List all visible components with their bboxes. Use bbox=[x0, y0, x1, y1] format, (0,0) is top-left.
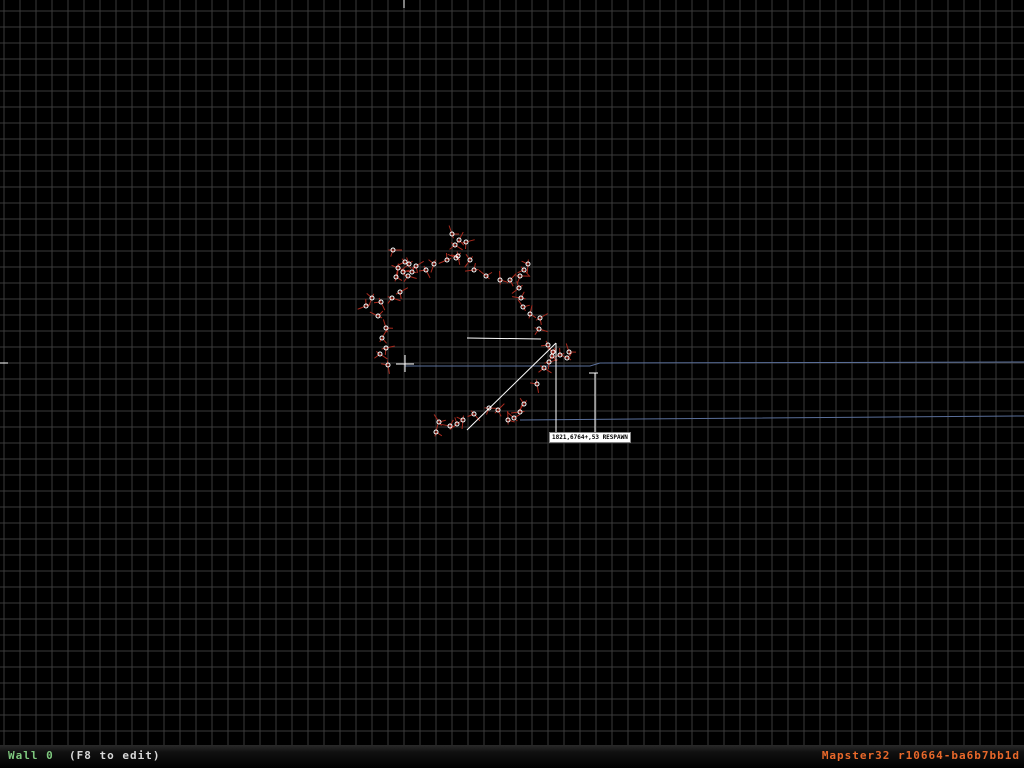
sprite-marker bbox=[540, 344, 549, 347]
sprite-marker bbox=[399, 291, 402, 299]
sprite-marker bbox=[384, 347, 387, 356]
edit-hint: (F8 to edit) bbox=[69, 749, 161, 762]
map-canvas[interactable] bbox=[0, 0, 1024, 745]
wall-top-horizontal bbox=[466, 337, 542, 340]
grid-lines bbox=[0, 0, 1024, 745]
crosshair-cursor-icon bbox=[396, 355, 414, 372]
sprite-marker bbox=[445, 252, 448, 261]
status-bar: Wall 0 (F8 to edit) Mapster32 r10664-ba6… bbox=[0, 745, 1024, 768]
axis-origin-marks bbox=[0, 0, 405, 364]
wall-diagonal bbox=[466, 342, 557, 431]
sprite-marker bbox=[381, 363, 389, 366]
version-label: Mapster32 r10664-ba6b7bb1d bbox=[821, 749, 1020, 762]
map-viewport[interactable]: 1821,6764+,53 RESPAWN bbox=[0, 0, 1024, 745]
wall-indicator: Wall 0 bbox=[8, 749, 54, 762]
sprite-marker bbox=[373, 301, 382, 304]
sprite-label-tag: 1821,6764+,53 RESPAWN bbox=[549, 432, 631, 443]
sprite-marker bbox=[530, 382, 538, 385]
status-left: Wall 0 (F8 to edit) bbox=[8, 749, 160, 762]
sprite-marker bbox=[547, 361, 550, 370]
